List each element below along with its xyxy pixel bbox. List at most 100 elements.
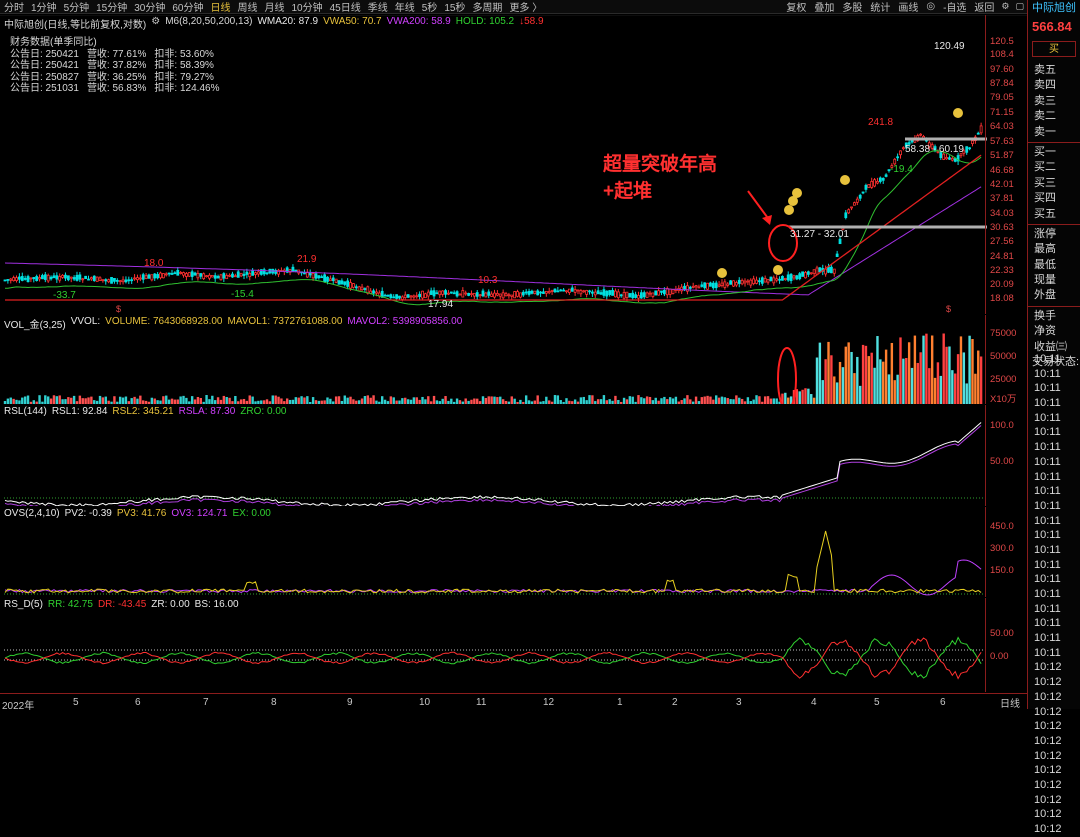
volume-bar [648, 396, 652, 404]
candle-body [694, 285, 698, 288]
financial-title: 财务数据(单季同比) [10, 37, 97, 48]
tick-time: 10:11 [1034, 514, 1061, 527]
period-tab[interactable]: 多周期 [468, 0, 505, 14]
quote-row-buy-levels: 买五 [1034, 207, 1056, 220]
axis-mode[interactable]: 日线 [1000, 695, 1020, 710]
volume-panel[interactable]: VOL_金(3,25) VVOL: VOLUME: 7643068928.00 … [0, 315, 1027, 404]
price-axis[interactable]: 120.5 108.4 97.60 87.84 79.05 71.15 64.03 57.63… [985, 15, 1027, 314]
candle-body [703, 282, 707, 289]
period-tab[interactable]: 月线 [261, 0, 288, 14]
volume-bar [216, 397, 220, 404]
candle-body [562, 289, 566, 292]
volume-bar [539, 401, 542, 404]
volume-bar [959, 336, 963, 404]
volume-bar [591, 395, 594, 404]
volume-bar [864, 345, 868, 404]
candle-body [867, 184, 871, 188]
tool-4[interactable]: 画线 [894, 0, 922, 14]
date-label: 5 [73, 697, 79, 708]
volume-bar [887, 374, 891, 404]
volume-bar [700, 397, 704, 404]
date-label: 8 [271, 697, 277, 708]
volume-bar [628, 396, 632, 404]
period-tab[interactable]: 5分钟 [60, 0, 93, 14]
period-tab[interactable]: 周线 [234, 0, 261, 14]
ovs-panel[interactable]: OVS(2,4,10) PV2: -0.39 PV3: 41.76 OV3: 1… [0, 507, 1027, 597]
tick-time: 10:11 [1034, 441, 1061, 454]
candle-body [458, 293, 462, 296]
candle-body [193, 272, 197, 276]
period-tab[interactable]: 60分钟 [168, 0, 206, 14]
volume-bar [349, 396, 352, 404]
tool-6[interactable]: -自选 [939, 0, 970, 14]
candle-body [314, 273, 318, 279]
volume-bar [631, 396, 634, 404]
candle-body [585, 290, 589, 295]
period-tab[interactable]: 季线 [364, 0, 391, 14]
period-tab[interactable]: 分时 [0, 0, 27, 14]
volume-bar [974, 373, 977, 404]
volume-bar [951, 370, 954, 404]
volume-bar [902, 358, 905, 404]
volume-bar [202, 401, 205, 404]
buy-button[interactable]: 买 [1032, 41, 1076, 57]
candle-body [81, 278, 85, 281]
period-tab[interactable]: 年线 [391, 0, 418, 14]
volume-bar [190, 396, 194, 404]
candle-body [829, 266, 833, 274]
settings-icon[interactable]: ⚙ [998, 1, 1012, 12]
candle-body [645, 292, 649, 298]
osc-label-4: 21.9 [297, 254, 317, 265]
candle-body [354, 286, 358, 289]
period-tab[interactable]: 10分钟 [288, 0, 326, 14]
volume-bar [668, 397, 672, 404]
period-tab[interactable]: 30分钟 [130, 0, 168, 14]
period-tab[interactable]: 15分钟 [92, 0, 130, 14]
rsl-axis[interactable]: 100.0 50.00 [985, 405, 1027, 506]
volume-bar [830, 355, 833, 404]
volume-bar [910, 367, 914, 404]
vol-mavol1: MAVOL1: 7372761088.00 [227, 316, 343, 327]
volume-bar [78, 395, 82, 404]
candle-body [602, 289, 606, 296]
period-tab[interactable]: 5秒 [418, 0, 441, 14]
period-tab[interactable]: 45日线 [326, 0, 364, 14]
tool-7[interactable]: 返回 [970, 0, 998, 14]
tool-5[interactable]: ◎ [922, 1, 939, 12]
volume-bar [643, 398, 646, 404]
volume-bar [835, 382, 839, 404]
ovs-axis[interactable]: 450.0 300.0 150.0 [985, 507, 1027, 597]
main-price-chart[interactable]: $ $ 中际旭创(日线,等比前复权,对数) ⚙ M6(8,20,50,200,13… [0, 15, 1027, 314]
volume-bar [890, 342, 894, 404]
volume-bar [450, 398, 453, 404]
candle-body [536, 290, 540, 296]
rsd-panel[interactable]: RS_D(5) RR: 42.75 DR: -43.45 ZR: 0.00 BS… [0, 598, 1027, 692]
rsd-canvas [4, 636, 983, 680]
tool-3[interactable]: 统计 [866, 0, 894, 14]
volume-bar [228, 397, 231, 404]
tool-1[interactable]: 叠加 [810, 0, 838, 14]
candle-body [755, 279, 758, 284]
rsd-axis[interactable]: 50.00 0.00 [985, 598, 1027, 692]
window-icon[interactable]: ▢ [1012, 1, 1027, 12]
stock-name[interactable]: 中际旭创 [1028, 0, 1080, 16]
date-label: 11 [476, 697, 487, 708]
volume-bar [663, 396, 666, 404]
period-tab[interactable]: 日线 [207, 0, 234, 14]
tool-0[interactable]: 复权 [782, 0, 810, 14]
candle-body [763, 277, 767, 283]
period-tab[interactable]: 15秒 [440, 0, 468, 14]
period-tab[interactable]: 1分钟 [27, 0, 60, 14]
volume-bar [113, 396, 116, 404]
date-axis[interactable]: 2022年 5 6 7 8 9 10 11 12 1 2 3 4 5 6 [0, 693, 1027, 712]
tool-2[interactable]: 多股 [838, 0, 866, 14]
tick-time: 10:12 [1034, 764, 1062, 777]
period-tab[interactable]: 更多 〉 [505, 0, 545, 14]
candle-body [758, 280, 761, 283]
axis-tick-label: 450.0 [990, 521, 1014, 532]
rsl-panel[interactable]: RSL(144) RSL1: 92.84 RSL2: 345.21 RSLA: … [0, 405, 1027, 506]
candle-body [187, 272, 191, 277]
settings-icon[interactable]: ⚙ [151, 16, 160, 31]
volume-bar [545, 396, 548, 404]
candle-body [17, 276, 21, 280]
